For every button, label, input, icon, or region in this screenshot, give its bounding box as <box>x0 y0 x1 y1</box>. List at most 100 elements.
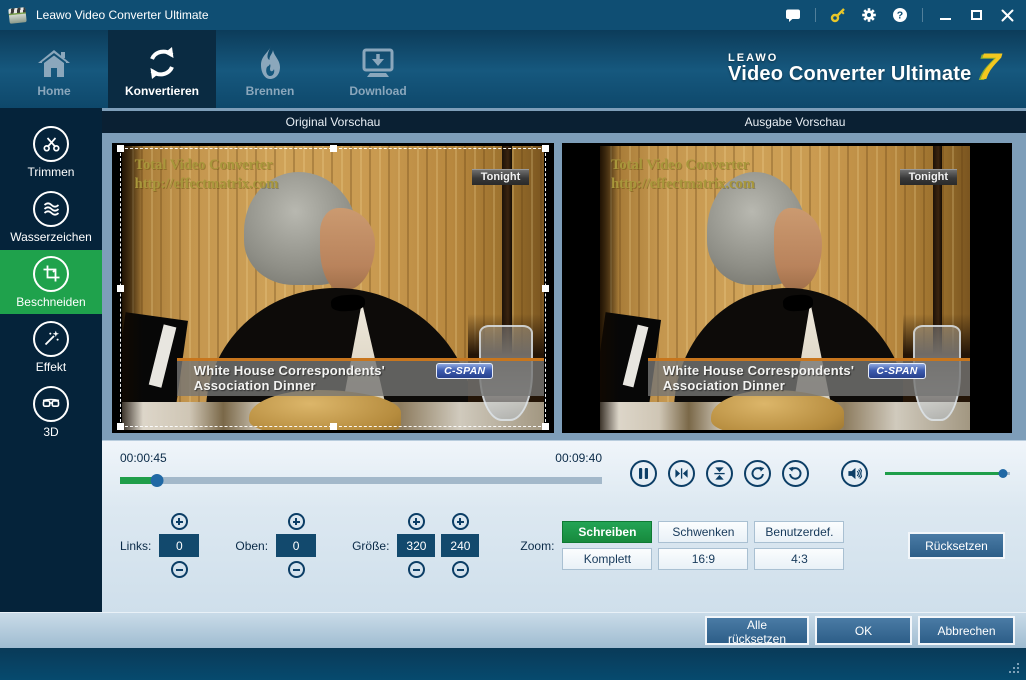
volume-thumb[interactable] <box>998 468 1007 478</box>
controls-panel: 00:00:45 00:09:40 Links: 0 Oben: 0 Größe… <box>102 440 1026 612</box>
zoom-16-9-button[interactable]: 16:9 <box>658 548 749 570</box>
minimize-icon[interactable] <box>936 6 954 24</box>
download-monitor-icon <box>360 41 396 81</box>
zoom-schwenken-button[interactable]: Schwenken <box>658 521 749 543</box>
reset-all-button[interactable]: Alle rücksetzen <box>705 616 809 646</box>
original-preview-title: Original Vorschau <box>285 115 381 129</box>
crop-handle[interactable] <box>542 284 549 292</box>
close-icon[interactable] <box>998 6 1016 24</box>
pause-button[interactable] <box>630 459 657 487</box>
help-question-icon[interactable]: ? <box>891 6 909 24</box>
top-decrease-button[interactable] <box>287 561 305 578</box>
sidebar-item-wasserzeichen[interactable]: Wasserzeichen <box>0 185 102 249</box>
zoom-benutzerdef-button[interactable]: Benutzerdef. <box>754 521 845 543</box>
crop-handle[interactable] <box>330 145 337 152</box>
dialog-footer: Alle rücksetzen OK Abbrechen <box>0 612 1026 648</box>
video-scene <box>711 390 845 430</box>
crop-handle[interactable] <box>542 423 549 430</box>
crop-left-group: Links: 0 <box>120 513 200 578</box>
sidebar-item-beschneiden[interactable]: Beschneiden <box>0 250 102 314</box>
sidebar-item-effekt[interactable]: Effekt <box>0 315 102 379</box>
resize-grip[interactable] <box>1017 671 1019 673</box>
video-watermark: Total Video Converter http://effectmatri… <box>611 156 755 192</box>
height-increase-button[interactable] <box>451 513 469 530</box>
original-video-panel[interactable]: White House Correspondents' Association … <box>112 143 554 433</box>
nav-tab-brennen[interactable]: Brennen <box>216 30 324 108</box>
sidebar-item-label: Effekt <box>35 359 67 374</box>
titlebar-separator <box>922 8 923 22</box>
seek-bar[interactable] <box>120 474 602 487</box>
seek-track[interactable] <box>120 477 602 484</box>
crop-handle[interactable] <box>117 423 124 430</box>
crop-handle[interactable] <box>117 284 124 292</box>
flip-vertical-button[interactable] <box>706 459 733 487</box>
magic-wand-icon <box>33 320 69 357</box>
sidebar-item-label: 3D <box>43 424 59 439</box>
rotate-clockwise-button[interactable] <box>744 459 771 487</box>
sidebar-item-label: Trimmen <box>27 164 75 179</box>
nav-tab-label: Brennen <box>245 83 295 98</box>
maximize-icon[interactable] <box>967 6 985 24</box>
brand-logo: LEAWO Video Converter Ultimate 7 <box>728 30 1026 108</box>
crop-top-group: Oben: 0 <box>235 513 317 578</box>
preview-header: Original Vorschau Ausgabe Vorschau <box>102 111 1026 133</box>
sidebar-item-3d[interactable]: 3D <box>0 380 102 444</box>
zoom-komplett-button[interactable]: Komplett <box>562 548 653 570</box>
top-value-field[interactable]: 0 <box>276 534 317 557</box>
zoom-schreiben-button[interactable]: Schreiben <box>562 521 653 543</box>
pause-icon <box>639 467 648 479</box>
volume-slider[interactable] <box>885 468 1010 478</box>
width-increase-button[interactable] <box>407 513 425 530</box>
width-value-field[interactable]: 320 <box>397 534 436 557</box>
duration-time: 00:09:40 <box>555 451 602 465</box>
crop-handle[interactable] <box>542 145 549 152</box>
zoom-group: Zoom: Schreiben Schwenken Benutzerdef. K… <box>520 521 845 570</box>
app-window: Leawo Video Converter Ultimate ? Home Ko… <box>0 0 1026 680</box>
width-decrease-button[interactable] <box>407 561 425 578</box>
height-decrease-button[interactable] <box>451 561 469 578</box>
height-value-field[interactable]: 240 <box>441 534 480 557</box>
crop-handle[interactable] <box>117 145 124 152</box>
register-key-icon[interactable] <box>829 6 847 24</box>
status-bar <box>0 648 1026 680</box>
ok-button[interactable]: OK <box>815 616 912 645</box>
left-decrease-button[interactable] <box>170 561 188 578</box>
crop-selection[interactable] <box>117 145 549 430</box>
sidebar-item-label: Beschneiden <box>16 294 86 309</box>
settings-gear-icon[interactable] <box>860 6 878 24</box>
zoom-4-3-button[interactable]: 4:3 <box>754 548 845 570</box>
nav-tab-label: Konvertieren <box>124 83 200 98</box>
nav-tab-konvertieren[interactable]: Konvertieren <box>108 30 216 108</box>
reset-button[interactable]: Rücksetzen <box>908 532 1005 559</box>
output-video-panel: White House Correspondents' Association … <box>562 143 1012 433</box>
tonight-badge: Tonight <box>899 168 958 185</box>
sidebar-item-trimmen[interactable]: Trimmen <box>0 120 102 184</box>
top-label: Oben: <box>235 538 269 553</box>
crop-icon <box>33 255 69 292</box>
top-increase-button[interactable] <box>287 513 305 530</box>
nav-tab-label: Download <box>349 83 407 98</box>
3d-glasses-icon <box>33 385 69 422</box>
feedback-bubble-icon[interactable] <box>784 6 802 24</box>
svg-text:?: ? <box>897 10 903 22</box>
flame-icon <box>255 41 285 81</box>
volume-button[interactable] <box>841 459 868 487</box>
nav-tab-home[interactable]: Home <box>0 30 108 108</box>
size-label: Größe: <box>352 538 390 553</box>
progress-thumb[interactable] <box>150 474 164 487</box>
product-name: Video Converter Ultimate <box>728 63 972 85</box>
crop-handle[interactable] <box>330 423 337 430</box>
volume-fill <box>885 471 1003 475</box>
rotate-counterclockwise-button[interactable] <box>782 459 809 487</box>
titlebar-separator <box>815 8 816 22</box>
elapsed-time: 00:00:45 <box>120 451 167 465</box>
video-scene <box>782 294 814 312</box>
left-increase-button[interactable] <box>170 513 188 530</box>
flip-horizontal-button[interactable] <box>668 459 695 487</box>
cancel-button[interactable]: Abbrechen <box>918 616 1015 645</box>
nav-tab-label: Home <box>37 83 71 98</box>
nav-tab-download[interactable]: Download <box>324 30 432 108</box>
window-title: Leawo Video Converter Ultimate <box>36 8 209 22</box>
left-value-field[interactable]: 0 <box>159 534 200 557</box>
main-nav: Home Konvertieren Brennen Download LEAWO… <box>0 30 1026 108</box>
